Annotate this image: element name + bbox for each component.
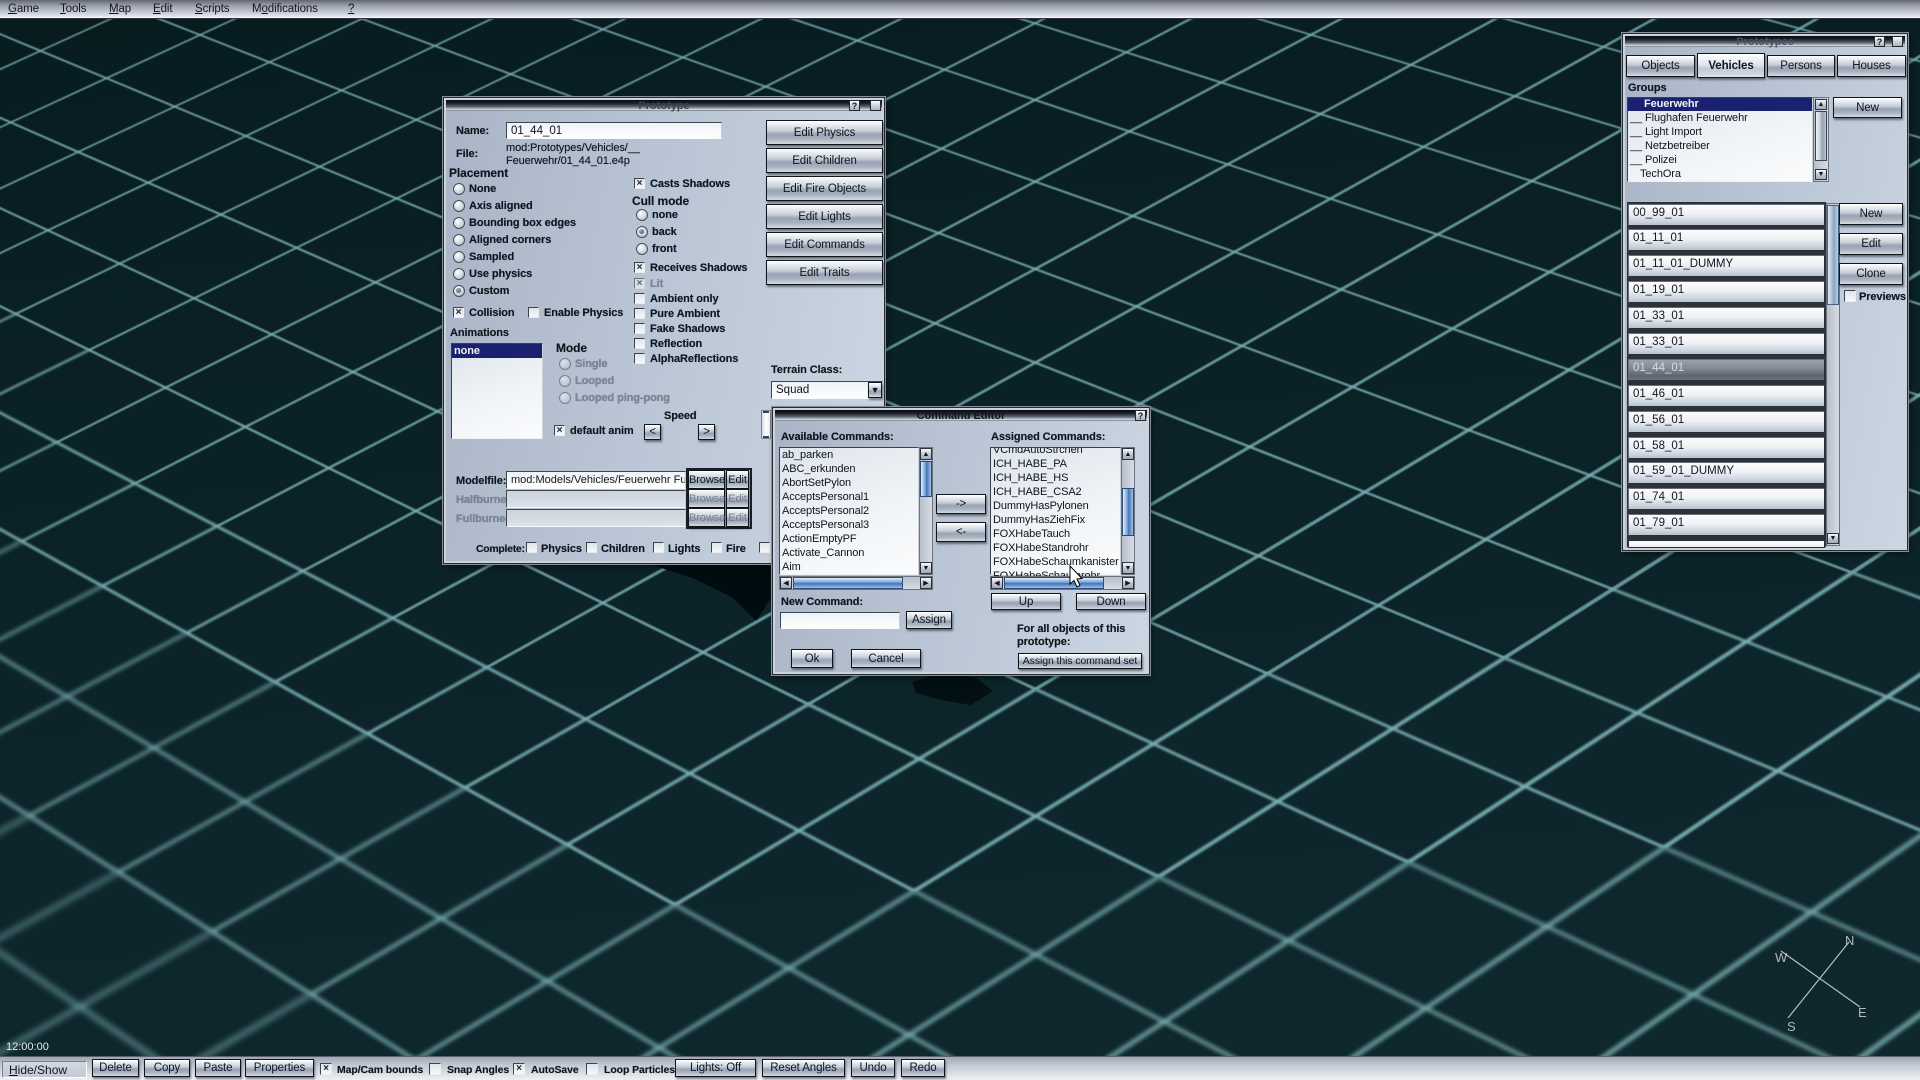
svg-text:N: N (1845, 933, 1854, 948)
svg-text:E: E (1858, 1005, 1867, 1020)
svg-text:W: W (1775, 950, 1788, 965)
svg-text:S: S (1787, 1019, 1796, 1034)
